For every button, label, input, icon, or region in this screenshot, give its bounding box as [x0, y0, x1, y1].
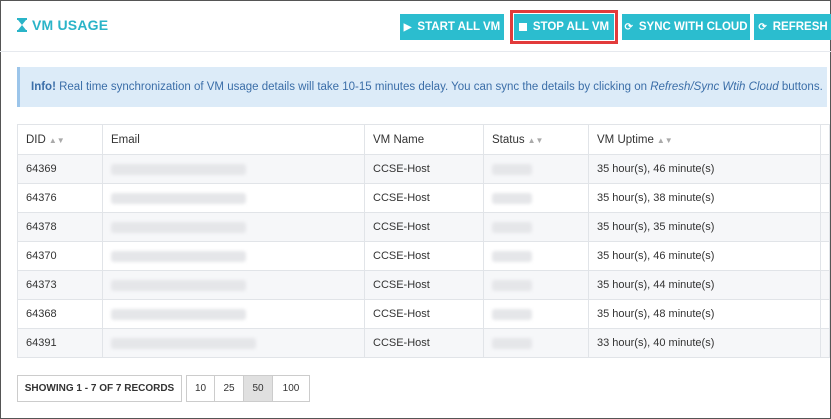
- cell-did: 64378: [17, 212, 103, 242]
- cell-email-redacted: [102, 154, 365, 184]
- cell-vm-uptime: 35 hour(s), 48 minute(s): [588, 299, 821, 329]
- cell-vm-uptime: 35 hour(s), 35 minute(s): [588, 212, 821, 242]
- table-row: 64378 CCSE-Host 35 hour(s), 35 minute(s): [17, 212, 830, 242]
- toolbar: ▶ START ALL VM STOP ALL VM ⟳ SYNC WITH C…: [400, 10, 831, 44]
- cell-status-redacted: [483, 270, 589, 300]
- cell-email-redacted: [102, 241, 365, 271]
- cell-vm-uptime: 35 hour(s), 38 minute(s): [588, 183, 821, 213]
- refresh-icon: ⟳: [758, 21, 767, 33]
- cell-vm-uptime: 35 hour(s), 46 minute(s): [588, 241, 821, 271]
- cell-vm-uptime: 35 hour(s), 46 minute(s): [588, 154, 821, 184]
- pagination: SHOWING 1 - 7 OF 7 RECORDS 10 25 50 100: [17, 375, 310, 402]
- page-size-100[interactable]: 100: [273, 375, 310, 402]
- start-all-vm-button[interactable]: ▶ START ALL VM: [400, 14, 504, 40]
- hourglass-icon: [17, 18, 27, 32]
- vm-usage-table: DID ▲▼ Email VM Name Status ▲▼ VM Uptime ▲▼…: [17, 124, 830, 358]
- page-title: VM USAGE: [32, 17, 109, 33]
- cell-extra: [820, 241, 830, 271]
- page-header: VM USAGE ▶ START ALL VM STOP ALL VM ⟳ SY…: [0, 0, 831, 52]
- cell-vm-name: CCSE-Host: [364, 270, 484, 300]
- column-header-status[interactable]: Status ▲▼: [483, 124, 589, 155]
- column-header-extra: [820, 124, 830, 155]
- column-header-did[interactable]: DID ▲▼: [17, 124, 103, 155]
- table-row: 64376 CCSE-Host 35 hour(s), 38 minute(s): [17, 183, 830, 213]
- cell-did: 64376: [17, 183, 103, 213]
- table-header-row: DID ▲▼ Email VM Name Status ▲▼ VM Uptime ▲▼: [17, 124, 830, 155]
- cell-did: 64373: [17, 270, 103, 300]
- sort-icon: ▲▼: [656, 135, 673, 145]
- stop-icon: [518, 23, 527, 31]
- info-alert: Info! Real time synchronization of VM us…: [17, 67, 827, 107]
- cell-status-redacted: [483, 183, 589, 213]
- table-row: 64391 CCSE-Host 33 hour(s), 40 minute(s): [17, 328, 830, 358]
- page-size-50[interactable]: 50: [244, 375, 273, 402]
- column-header-email: Email: [102, 124, 365, 155]
- cell-vm-name: CCSE-Host: [364, 154, 484, 184]
- cell-did: 64370: [17, 241, 103, 271]
- info-text: Real time synchronization of VM usage de…: [55, 81, 651, 93]
- cell-did: 64369: [17, 154, 103, 184]
- cell-status-redacted: [483, 212, 589, 242]
- sync-icon: ⟳: [624, 21, 633, 33]
- records-summary: SHOWING 1 - 7 OF 7 RECORDS: [17, 375, 182, 402]
- info-suffix: buttons.: [778, 81, 823, 93]
- refresh-button[interactable]: ⟳ REFRESH: [754, 14, 831, 40]
- cell-extra: [820, 299, 830, 329]
- cell-vm-name: CCSE-Host: [364, 212, 484, 242]
- cell-status-redacted: [483, 241, 589, 271]
- column-header-vm-uptime[interactable]: VM Uptime ▲▼: [588, 124, 821, 155]
- cell-vm-uptime: 35 hour(s), 44 minute(s): [588, 270, 821, 300]
- cell-did: 64391: [17, 328, 103, 358]
- cell-email-redacted: [102, 270, 365, 300]
- cell-email-redacted: [102, 328, 365, 358]
- cell-vm-name: CCSE-Host: [364, 328, 484, 358]
- cell-extra: [820, 154, 830, 184]
- page-size-25[interactable]: 25: [215, 375, 244, 402]
- stop-all-vm-label: STOP ALL VM: [532, 21, 610, 33]
- table-row: 64373 CCSE-Host 35 hour(s), 44 minute(s): [17, 270, 830, 300]
- cell-email-redacted: [102, 299, 365, 329]
- sync-with-cloud-button[interactable]: ⟳ SYNC WITH CLOUD: [622, 14, 750, 40]
- page-size-10[interactable]: 10: [186, 375, 215, 402]
- sort-icon: ▲▼: [527, 135, 544, 145]
- cell-status-redacted: [483, 299, 589, 329]
- cell-extra: [820, 183, 830, 213]
- sort-icon: ▲▼: [48, 135, 65, 145]
- info-emphasis: Refresh/Sync Wtih Cloud: [650, 81, 779, 93]
- cell-did: 64368: [17, 299, 103, 329]
- cell-extra: [820, 328, 830, 358]
- sync-with-cloud-label: SYNC WITH CLOUD: [638, 21, 748, 33]
- table-row: 64370 CCSE-Host 35 hour(s), 46 minute(s): [17, 241, 830, 271]
- table-row: 64369 CCSE-Host 35 hour(s), 46 minute(s): [17, 154, 830, 184]
- cell-email-redacted: [102, 212, 365, 242]
- stop-all-vm-button[interactable]: STOP ALL VM: [510, 10, 618, 44]
- cell-status-redacted: [483, 154, 589, 184]
- cell-vm-name: CCSE-Host: [364, 183, 484, 213]
- refresh-label: REFRESH: [772, 21, 828, 33]
- title-group: VM USAGE: [17, 17, 108, 33]
- cell-email-redacted: [102, 183, 365, 213]
- cell-status-redacted: [483, 328, 589, 358]
- cell-extra: [820, 270, 830, 300]
- info-label: Info!: [31, 81, 56, 93]
- cell-extra: [820, 212, 830, 242]
- cell-vm-name: CCSE-Host: [364, 241, 484, 271]
- table-row: 64368 CCSE-Host 35 hour(s), 48 minute(s): [17, 299, 830, 329]
- cell-vm-uptime: 33 hour(s), 40 minute(s): [588, 328, 821, 358]
- play-icon: ▶: [403, 21, 412, 33]
- cell-vm-name: CCSE-Host: [364, 299, 484, 329]
- start-all-vm-label: START ALL VM: [417, 21, 501, 33]
- column-header-vm-name: VM Name: [364, 124, 484, 155]
